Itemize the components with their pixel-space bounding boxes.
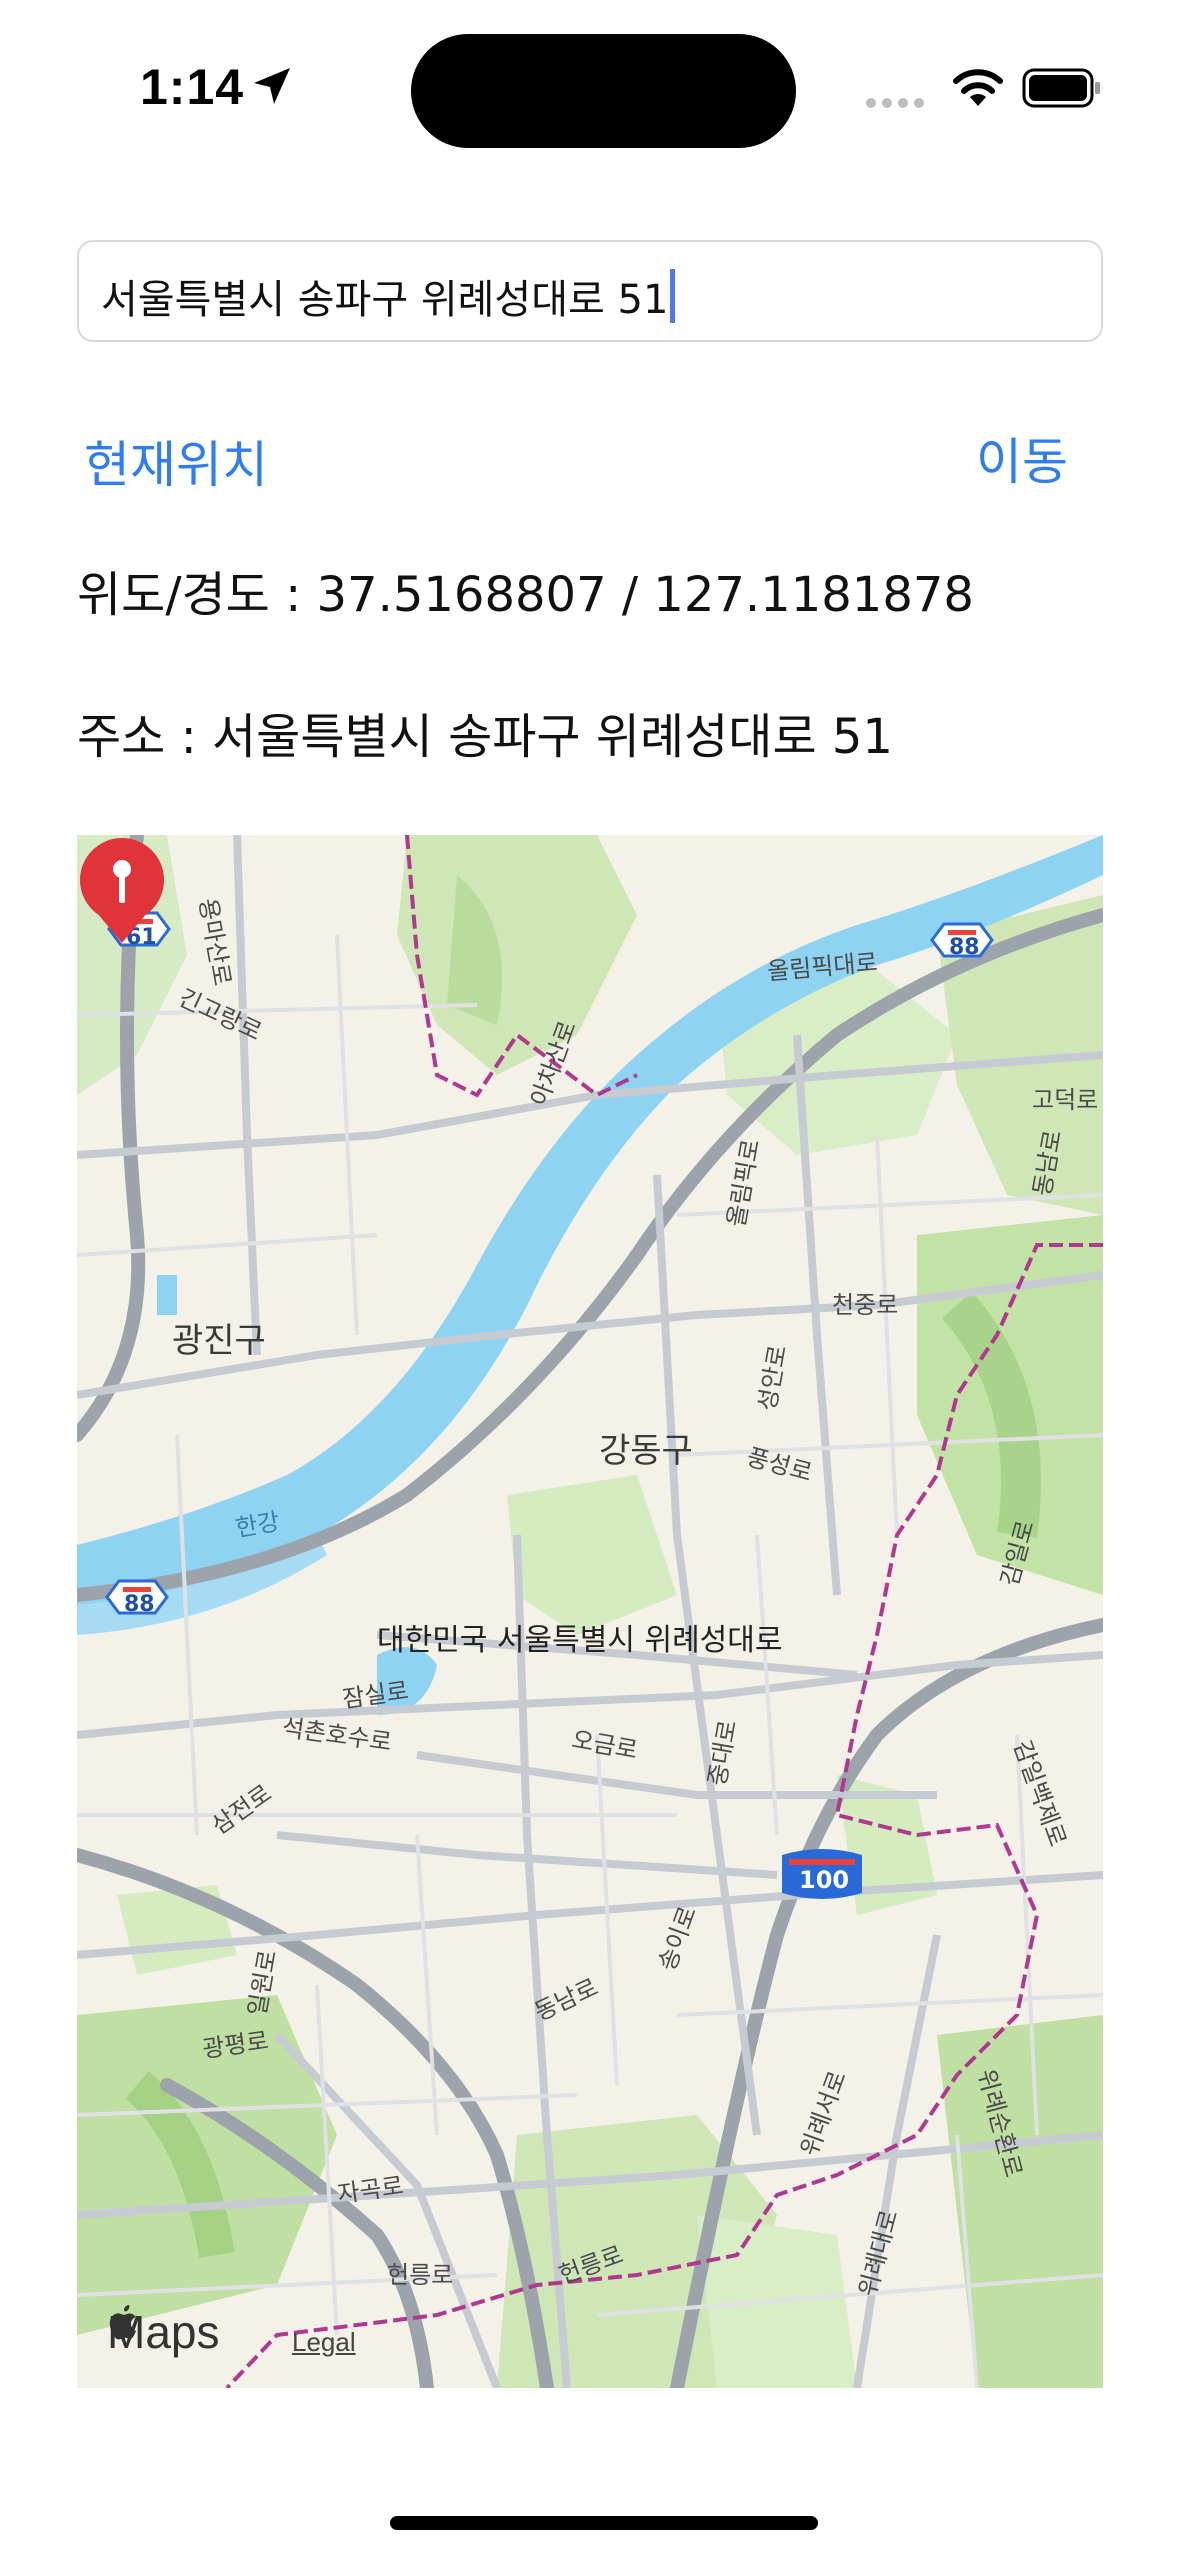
road-label-godeok: 고덕로 [1032, 1086, 1099, 1114]
coordinates-label: 위도/경도 : 37.5168807 / 127.1181878 [77, 567, 974, 623]
address-search-field[interactable]: 서울특별시 송파구 위례성대로 51 [77, 240, 1103, 342]
address-input-text[interactable]: 서울특별시 송파구 위례성대로 51 [101, 267, 676, 325]
pin-label: 대한민국 서울특별시 위례성대로 [377, 1623, 783, 1658]
status-bar: 1:14 [0, 0, 1179, 180]
wifi-icon [953, 69, 1003, 106]
district-label-gwangjin: 광진구 [172, 1321, 266, 1361]
address-label: 주소 : 서울특별시 송파구 위례성대로 51 [77, 709, 893, 765]
route-88-left-number: 88 [124, 1592, 155, 1617]
route-88-top-number: 88 [949, 935, 980, 960]
text-cursor [670, 269, 676, 323]
apple-maps-logo: Maps [107, 2305, 219, 2359]
current-location-button[interactable]: 현재위치 [84, 425, 268, 497]
dynamic-island [411, 34, 796, 148]
map-canvas [77, 835, 1103, 2388]
move-button[interactable]: 이동 [976, 422, 1068, 494]
map-view[interactable]: 61 88 88 100 광진구 강동구 한강 용마산로 긴고랑로 아차산로 올… [77, 835, 1103, 2388]
legal-link[interactable]: Legal [292, 2327, 356, 2358]
home-indicator[interactable] [390, 2516, 818, 2530]
road-label-cheonjung: 천중로 [832, 1291, 899, 1319]
cellular-signal-icon [866, 98, 924, 108]
location-pin-icon[interactable] [77, 835, 167, 945]
apple-logo-icon [109, 2305, 136, 2340]
battery-icon [1022, 68, 1100, 108]
road-label-heolleung-a: 헌릉로 [387, 2261, 454, 2289]
location-arrow-icon [254, 68, 290, 104]
address-input-value: 서울특별시 송파구 위례성대로 51 [101, 277, 669, 323]
status-time: 1:14 [140, 59, 245, 115]
district-label-gangdong: 강동구 [599, 1431, 693, 1471]
route-100-number: 100 [799, 1866, 850, 1894]
